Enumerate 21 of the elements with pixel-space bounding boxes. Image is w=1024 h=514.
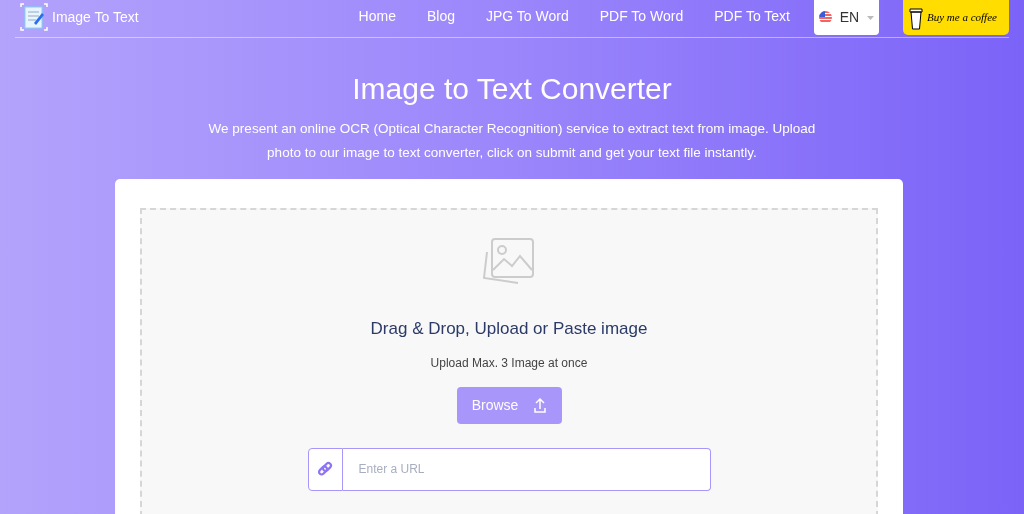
url-field[interactable]: Enter a URL	[342, 447, 711, 491]
upload-icon	[534, 397, 547, 413]
nav-link[interactable]: PDF To Word	[599, 5, 684, 27]
coffee-button[interactable]: Buy me a coffee	[903, 0, 1009, 35]
link-icon	[317, 461, 333, 477]
drop-zone[interactable]: Drag & Drop, Upload or Paste image Upload Max. 3 Image at once Browse Enter a URL	[140, 208, 878, 514]
page-title: Image to Text Converter	[351, 71, 673, 107]
cup-icon	[909, 5, 923, 30]
flag-icon	[818, 11, 832, 24]
language-selector[interactable]: EN	[814, 0, 879, 35]
upload-heading: Drag & Drop, Upload or Paste image	[370, 318, 648, 340]
nav-link[interactable]: JPG To Word	[486, 5, 569, 27]
page-description: We present an online OCR (Optical Character Recognition) service to extract text from image. Upload photo to our image to text converter, click on submit and get your text file instantly.	[207, 120, 817, 162]
browse-button[interactable]: Browse	[456, 386, 562, 424]
nav-link[interactable]: Home	[358, 5, 396, 27]
nav-link[interactable]: Blog	[426, 5, 455, 27]
nav-link[interactable]: PDF To Text	[714, 5, 790, 27]
upload-hint: Upload Max. 3 Image at once	[430, 354, 588, 372]
brand-name[interactable]: Image To Text	[52, 6, 139, 28]
caret-icon	[867, 15, 875, 20]
logo-icon	[20, 3, 48, 31]
